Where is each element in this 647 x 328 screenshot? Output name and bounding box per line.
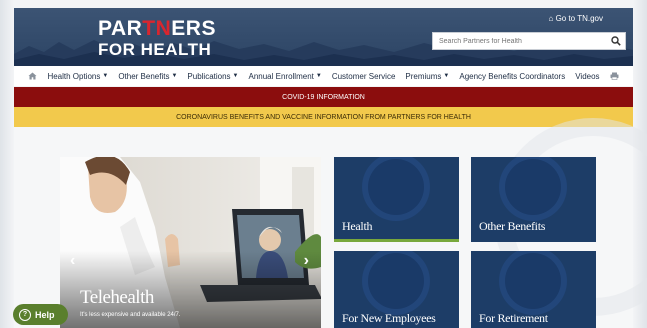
- caret-down-icon: ▼: [232, 73, 239, 79]
- nav-other-benefits[interactable]: Other Benefits ▼: [113, 72, 182, 81]
- nav-label: Premiums: [405, 71, 442, 81]
- print-button[interactable]: [605, 72, 624, 80]
- tile-other-benefits[interactable]: Other Benefits: [471, 157, 596, 242]
- nav-label: Videos: [575, 71, 600, 81]
- nav-label: Other Benefits: [118, 71, 170, 81]
- help-label: Help: [35, 309, 55, 320]
- nav-annual-enrollment[interactable]: Annual Enrollment ▼: [244, 72, 327, 81]
- caret-down-icon: ▼: [102, 73, 109, 79]
- logo-line1: PARTNERS: [98, 18, 216, 40]
- tile-health[interactable]: Health: [334, 157, 459, 242]
- nav-label: Annual Enrollment: [248, 71, 314, 81]
- nav-label: Publications: [187, 71, 231, 81]
- nav-videos[interactable]: Videos: [570, 72, 604, 81]
- tile-label: Health: [342, 219, 373, 233]
- hero-subtitle: It's less expensive and available 24/7.: [80, 312, 181, 318]
- logo-line2: FOR HEALTH: [98, 40, 212, 59]
- nav-publications[interactable]: Publications ▼: [182, 72, 243, 81]
- covid-info-banner[interactable]: COVID-19 INFORMATION: [14, 87, 633, 107]
- caret-down-icon: ▼: [315, 73, 322, 79]
- caret-down-icon: ▼: [443, 73, 450, 79]
- page: PARTNERS FOR HEALTH ⌂ Go to TN.gov Healt…: [0, 0, 647, 328]
- hero-carousel[interactable]: ‹ › Telehealth It's less expensive and a…: [60, 157, 321, 328]
- site-header: PARTNERS FOR HEALTH ⌂ Go to TN.gov: [14, 8, 633, 66]
- question-icon: ?: [19, 308, 31, 321]
- search-button[interactable]: [607, 36, 625, 46]
- logo-text-ers: ERS: [171, 17, 216, 40]
- search-box: [432, 32, 626, 50]
- go-to-tn-label: Go to TN.gov: [555, 14, 603, 23]
- hero-title: Telehealth: [80, 287, 154, 308]
- home-icon: ⌂: [548, 14, 554, 23]
- tile-for-new-employees[interactable]: For New Employees: [334, 251, 459, 328]
- nav-home-icon[interactable]: [23, 72, 42, 80]
- logo-text-par: PAR: [98, 17, 143, 40]
- go-to-tn-link[interactable]: ⌂ Go to TN.gov: [548, 14, 603, 23]
- covid-banner-label: COVID-19 INFORMATION: [282, 93, 365, 101]
- home-icon: [28, 72, 37, 80]
- nav-customer-service[interactable]: Customer Service: [327, 72, 401, 81]
- carousel-prev-arrow-icon[interactable]: ‹: [70, 252, 75, 270]
- nav-label: Customer Service: [331, 71, 396, 81]
- nav-label: Agency Benefits Coordinators: [459, 71, 566, 81]
- help-button[interactable]: ? Help: [13, 304, 68, 325]
- search-input[interactable]: [433, 37, 607, 45]
- nav-label: Health Options: [47, 71, 101, 81]
- nav-premiums[interactable]: Premiums ▼: [400, 72, 454, 81]
- site-logo[interactable]: PARTNERS FOR HEALTH: [98, 18, 216, 60]
- logo-text-tn: TN: [142, 17, 172, 40]
- caret-down-icon: ▼: [171, 73, 178, 79]
- tile-label: For New Employees: [342, 311, 436, 325]
- print-icon: [610, 72, 619, 80]
- main-nav: Health Options ▼ Other Benefits ▼ Publicat…: [14, 66, 633, 86]
- nav-agency-benefits-coordinators[interactable]: Agency Benefits Coordinators: [454, 72, 570, 81]
- search-icon: [611, 36, 621, 46]
- carousel-next-arrow-icon[interactable]: ›: [304, 252, 309, 270]
- tile-accent-bar: [334, 239, 459, 242]
- tile-label: Other Benefits: [479, 219, 546, 233]
- nav-health-options[interactable]: Health Options ▼: [42, 72, 113, 81]
- tile-label: For Retirement: [479, 311, 548, 325]
- coronavirus-banner-label: CORONAVIRUS BENEFITS AND VACCINE INFORMA…: [176, 113, 471, 121]
- tile-for-retirement[interactable]: For Retirement: [471, 251, 596, 328]
- left-gutter: [0, 0, 14, 328]
